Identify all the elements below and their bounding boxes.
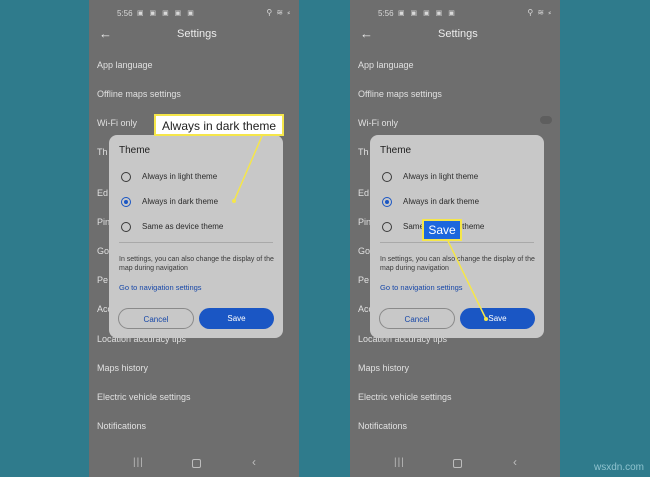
callout-save: Save (422, 219, 462, 241)
navigation-settings-link[interactable]: Go to navigation settings (380, 283, 463, 292)
watermark: wsxdn.com (593, 462, 644, 473)
status-time: 5:56 (117, 9, 133, 18)
settings-item-offline-maps[interactable]: Offline maps settings (97, 89, 181, 99)
recent-apps-icon[interactable]: ||| (394, 457, 405, 468)
radio-button[interactable] (121, 222, 131, 232)
settings-item-google[interactable]: Go (358, 246, 370, 256)
divider (119, 242, 273, 243)
dialog-note: In settings, you can also change the dis… (380, 256, 535, 272)
status-bar: 5:56 ▣ ▣ ▣ ▣ ▣ ⚲ ≋ ⸗ (89, 0, 299, 22)
radio-label: Same as device theme (142, 222, 224, 231)
radio-button-selected[interactable] (121, 197, 131, 207)
dialog-title: Theme (380, 145, 412, 156)
system-back-icon[interactable]: ‹ (513, 455, 517, 469)
settings-item-personal[interactable]: Pe (97, 275, 108, 285)
dialog-note: In settings, you can also change the dis… (119, 256, 274, 272)
recent-apps-icon[interactable]: ||| (133, 457, 144, 468)
back-arrow-icon[interactable]: ← (360, 26, 373, 42)
page-title: Settings (438, 28, 478, 40)
settings-item-notifications[interactable]: Notifications (97, 421, 146, 431)
radio-label: Always in dark theme (403, 197, 480, 206)
settings-item-app-language[interactable]: App language (97, 60, 153, 70)
settings-item-maps-history[interactable]: Maps history (358, 363, 409, 373)
home-icon[interactable] (192, 459, 201, 468)
cancel-button[interactable]: Cancel (118, 308, 194, 329)
status-bar: 5:56 ▣ ▣ ▣ ▣ ▣ ⚲ ≋ ⸗ (350, 0, 560, 22)
settings-item-google[interactable]: Go (97, 246, 109, 256)
navigation-settings-link[interactable]: Go to navigation settings (119, 283, 202, 292)
save-button[interactable]: Save (199, 308, 274, 329)
settings-item-wifi-only[interactable]: Wi-Fi only (358, 118, 398, 128)
page-title: Settings (177, 28, 217, 40)
settings-item-electric-vehicle[interactable]: Electric vehicle settings (358, 392, 452, 402)
settings-item-offline-maps[interactable]: Offline maps settings (358, 89, 442, 99)
settings-item-theme[interactable]: Th (97, 147, 108, 157)
settings-item-edit[interactable]: Ed (358, 188, 369, 198)
system-status-icons: ⚲ ≋ ⸗ (527, 8, 552, 17)
radio-label: Always in light theme (403, 172, 479, 181)
settings-item-personal[interactable]: Pe (358, 275, 369, 285)
save-button[interactable]: Save (460, 308, 535, 329)
home-icon[interactable] (453, 459, 462, 468)
cancel-button[interactable]: Cancel (379, 308, 455, 329)
theme-dialog: Theme Always in light theme Always in da… (109, 135, 283, 338)
settings-item-app-language[interactable]: App language (358, 60, 414, 70)
radio-label: Always in dark theme (142, 197, 219, 206)
radio-button-selected[interactable] (382, 197, 392, 207)
settings-item-theme[interactable]: Th (358, 147, 369, 157)
dialog-title: Theme (119, 145, 151, 156)
system-nav-bar: ||| ‹ (350, 455, 560, 475)
wifi-only-toggle[interactable] (540, 116, 552, 124)
radio-button[interactable] (382, 222, 392, 232)
settings-item-notifications[interactable]: Notifications (358, 421, 407, 431)
phone-screen-left: 5:56 ▣ ▣ ▣ ▣ ▣ ⚲ ≋ ⸗ ← Settings App lang… (89, 0, 299, 477)
settings-item-wifi-only[interactable]: Wi-Fi only (97, 118, 137, 128)
app-header: ← Settings (350, 26, 560, 46)
app-header: ← Settings (89, 26, 299, 46)
settings-item-edit[interactable]: Ed (97, 188, 108, 198)
callout-dark-theme: Always in dark theme (154, 114, 285, 136)
status-time: 5:56 (378, 9, 394, 18)
system-back-icon[interactable]: ‹ (252, 455, 256, 469)
notification-icons: ▣ ▣ ▣ ▣ ▣ (398, 10, 457, 17)
notification-icons: ▣ ▣ ▣ ▣ ▣ (137, 10, 196, 17)
radio-button[interactable] (382, 172, 392, 182)
back-arrow-icon[interactable]: ← (99, 26, 112, 42)
system-status-icons: ⚲ ≋ ⸗ (266, 8, 291, 17)
system-nav-bar: ||| ‹ (89, 455, 299, 475)
settings-item-maps-history[interactable]: Maps history (97, 363, 148, 373)
radio-button[interactable] (121, 172, 131, 182)
divider (380, 242, 534, 243)
radio-label: Always in light theme (142, 172, 218, 181)
settings-item-electric-vehicle[interactable]: Electric vehicle settings (97, 392, 191, 402)
